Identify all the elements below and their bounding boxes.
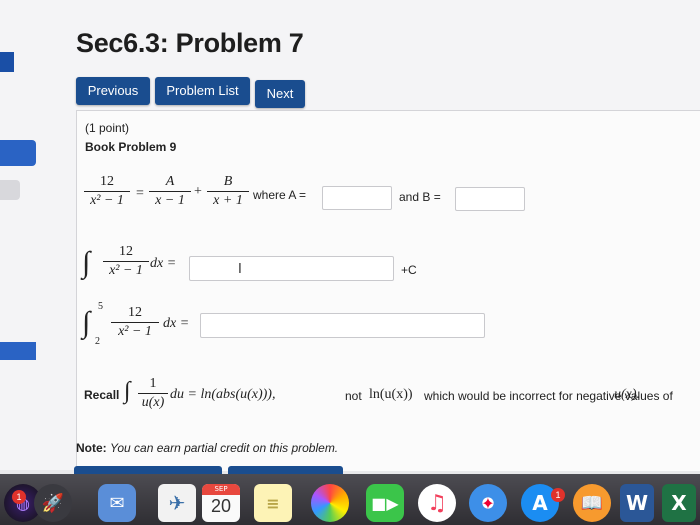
upper-limit: 5 bbox=[98, 301, 103, 312]
denominator: x − 1 bbox=[155, 193, 185, 208]
note: Note: You can earn partial credit on thi… bbox=[76, 441, 338, 455]
denominator: x + 1 bbox=[213, 193, 243, 208]
recall-ln: ln(u(x)) bbox=[369, 387, 413, 402]
launchpad-icon[interactable]: 🚀 bbox=[34, 484, 72, 522]
note-label: Note: bbox=[76, 441, 107, 455]
siri-badge: 1 bbox=[12, 490, 26, 504]
plus-sign: + bbox=[194, 184, 202, 199]
dx-label: dx = bbox=[163, 316, 190, 331]
next-button[interactable]: Next bbox=[255, 80, 305, 108]
sidebar-tab[interactable] bbox=[0, 52, 14, 72]
points-label: (1 point) bbox=[85, 121, 130, 135]
dx-label: dx = bbox=[150, 256, 177, 271]
numerator: A bbox=[165, 174, 175, 189]
recall-ux: u(x). bbox=[614, 387, 641, 402]
mail-icon[interactable]: ✉ bbox=[98, 484, 136, 522]
preview-answers-button[interactable] bbox=[74, 466, 222, 474]
denominator: u(x) bbox=[141, 395, 165, 410]
facetime-icon[interactable]: ■▶ bbox=[366, 484, 404, 522]
sidebar-tab[interactable] bbox=[0, 180, 20, 200]
problem-panel bbox=[76, 110, 700, 471]
word-letter: W bbox=[625, 491, 649, 515]
excel-icon[interactable]: X bbox=[662, 484, 696, 522]
recall-label: Recall bbox=[84, 388, 120, 402]
integral-sign: ∫ bbox=[82, 246, 91, 279]
numerator: 1 bbox=[149, 376, 157, 391]
previous-button[interactable]: Previous bbox=[76, 77, 150, 105]
denominator: x² − 1 bbox=[118, 324, 152, 339]
numerator: 12 bbox=[119, 244, 133, 259]
page-title: Sec6.3: Problem 7 bbox=[76, 28, 304, 58]
app-store-badge: 1 bbox=[551, 488, 565, 502]
sidebar-tab-active[interactable] bbox=[0, 140, 36, 166]
plus-c-label: +C bbox=[401, 263, 417, 277]
where-a-label: where A = bbox=[253, 188, 307, 202]
fraction: B x + 1 bbox=[207, 174, 249, 209]
recall-du: du = ln(abs(u(x))), bbox=[170, 387, 276, 402]
problem-list-button[interactable]: Problem List bbox=[155, 77, 250, 105]
equals-sign: = bbox=[136, 186, 144, 201]
denominator: x² − 1 bbox=[90, 193, 124, 208]
notes-icon[interactable]: ≡ bbox=[254, 484, 292, 522]
recall-equation: du = ln(abs(u(x))), bbox=[170, 387, 275, 403]
fraction: A x − 1 bbox=[149, 174, 191, 209]
integral-sign: ∫ bbox=[82, 306, 91, 339]
calendar-day: 20 bbox=[210, 496, 232, 516]
numerator: 12 bbox=[100, 174, 114, 189]
integral-sign: ∫ bbox=[124, 378, 131, 404]
word-icon[interactable]: W bbox=[620, 484, 654, 522]
fraction: 12 x² − 1 bbox=[111, 305, 159, 340]
excel-letter: X bbox=[671, 491, 687, 515]
lower-limit: 2 bbox=[95, 336, 100, 347]
sidebar-tab[interactable] bbox=[0, 342, 36, 360]
music-icon[interactable]: ♫ bbox=[418, 484, 456, 522]
numerator: 12 bbox=[128, 305, 142, 320]
safari-icon[interactable]: ✦ bbox=[469, 484, 507, 522]
indefinite-integral-input[interactable] bbox=[189, 256, 394, 281]
b-answer-input[interactable] bbox=[455, 187, 525, 211]
calendar-icon[interactable]: SEP 20 bbox=[202, 484, 240, 522]
calendar-month: SEP bbox=[202, 484, 240, 495]
text-cursor-icon: I bbox=[238, 262, 242, 277]
a-answer-input[interactable] bbox=[322, 186, 392, 210]
note-text: You can earn partial credit on this prob… bbox=[110, 441, 339, 455]
numerator: B bbox=[223, 174, 233, 189]
denominator: x² − 1 bbox=[109, 263, 143, 278]
fraction: 12 x² − 1 bbox=[103, 244, 149, 279]
definite-integral-input[interactable] bbox=[200, 313, 485, 338]
and-b-label: and B = bbox=[399, 190, 441, 204]
mail-stamp-icon[interactable]: ✈ bbox=[158, 484, 196, 522]
submit-answers-button[interactable] bbox=[228, 466, 343, 474]
books-icon[interactable]: 📖 bbox=[573, 484, 611, 522]
book-problem-label: Book Problem 9 bbox=[85, 140, 177, 154]
fraction: 12 x² − 1 bbox=[84, 174, 130, 209]
photos-icon[interactable] bbox=[311, 484, 349, 522]
recall-not: not bbox=[345, 389, 362, 403]
fraction: 1 u(x) bbox=[138, 376, 168, 411]
